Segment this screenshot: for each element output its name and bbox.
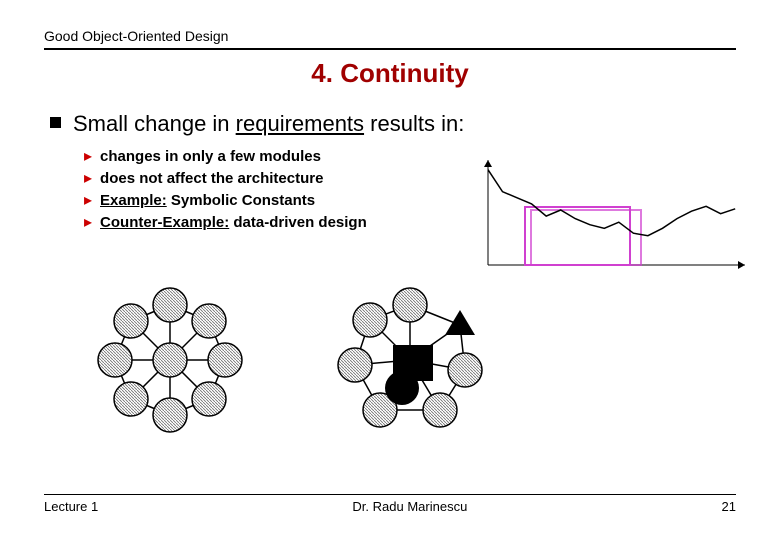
page-number: 21 xyxy=(722,499,736,514)
triangle-icon xyxy=(445,310,475,335)
bullet-prefix: Small change in xyxy=(73,111,236,136)
sub-item-rest: data-driven design xyxy=(229,214,367,231)
continuity-chart xyxy=(480,155,750,275)
module-graphs xyxy=(80,280,540,440)
footer-center: Dr. Radu Marinescu xyxy=(352,499,467,514)
arrow-icon: ▸ xyxy=(84,147,92,167)
sub-item-text: Counter-Example: data-driven design xyxy=(100,213,367,233)
arrow-icon: ▸ xyxy=(84,169,92,189)
sub-item-text: Example: Symbolic Constants xyxy=(100,191,315,211)
footer-left: Lecture 1 xyxy=(44,499,98,514)
slide-header: Good Object-Oriented Design xyxy=(44,28,736,48)
slide-title: 4. Continuity xyxy=(44,58,736,89)
black-circle-icon xyxy=(385,371,419,405)
bullet-text: Small change in requirements results in: xyxy=(73,111,464,137)
arrow-icon: ▸ xyxy=(84,191,92,211)
header-divider xyxy=(44,48,736,50)
sub-item-text: does not affect the architecture xyxy=(100,169,323,189)
bullet-suffix: results in: xyxy=(364,111,464,136)
graph-left xyxy=(98,288,242,432)
square-bullet-icon xyxy=(50,117,61,128)
slide-footer: Lecture 1 Dr. Radu Marinescu 21 xyxy=(44,494,736,514)
sub-item-text: changes in only a few modules xyxy=(100,147,321,167)
arrow-icon: ▸ xyxy=(84,213,92,233)
bullet-level1: Small change in requirements results in: xyxy=(44,111,736,137)
sub-item-label: Example: xyxy=(100,192,167,209)
sub-item-label: Counter-Example: xyxy=(100,214,229,231)
sub-item-rest: Symbolic Constants xyxy=(167,192,315,209)
graph-right xyxy=(338,288,482,427)
footer-divider xyxy=(44,494,736,495)
bullet-emphasis: requirements xyxy=(236,111,364,136)
